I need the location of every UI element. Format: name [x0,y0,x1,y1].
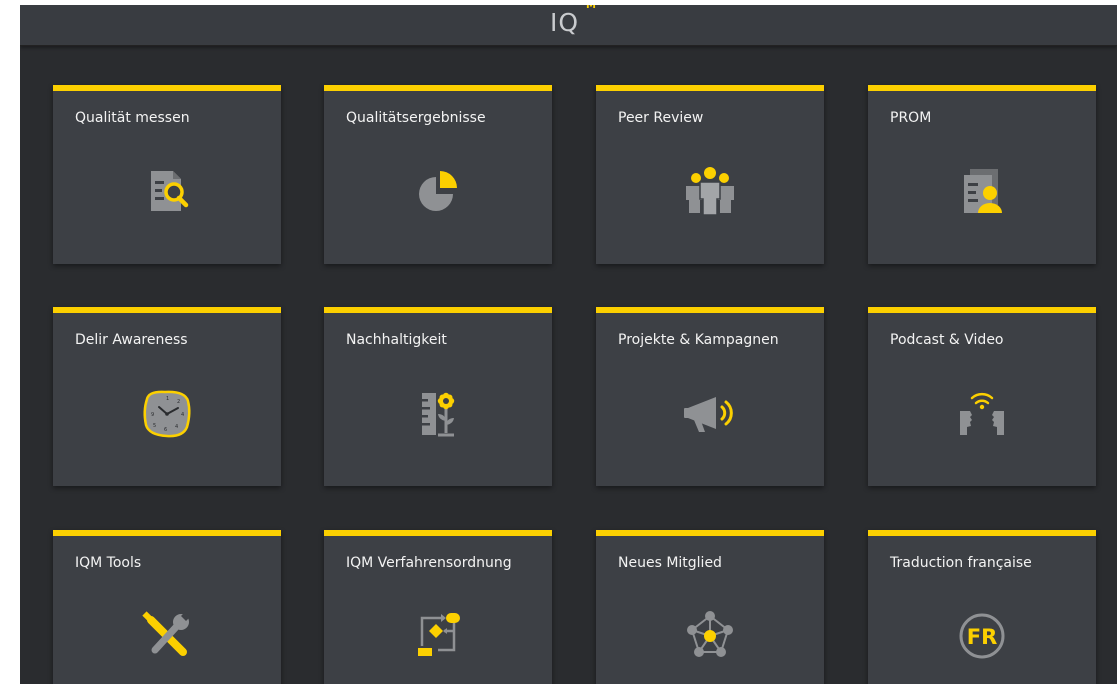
tile-traduction-francaise[interactable]: Traduction française FR [868,530,1096,684]
tile-label: Nachhaltigkeit [346,332,447,348]
tile-delir-awareness[interactable]: Delir Awareness 1 2 4 9 5 6 4 [53,307,281,486]
svg-text:1: 1 [166,396,169,402]
tile-iqm-verfahrensordnung[interactable]: IQM Verfahrensordnung [324,530,552,684]
speaking-faces-icon [952,383,1012,443]
logo-superscript: M [586,5,597,11]
iqm-logo[interactable]: IQ M [550,5,596,41]
tile-label: Qualität messen [75,110,190,126]
fr-badge-text: FR [967,625,998,649]
svg-text:4: 4 [181,412,184,418]
network-hub-icon [680,606,740,666]
document-person-icon [952,161,1012,221]
svg-text:5: 5 [153,423,156,429]
svg-text:9: 9 [151,412,154,418]
ruler-flower-icon [408,383,468,443]
svg-text:6: 6 [164,427,167,433]
tile-qualitaetsergebnisse[interactable]: Qualitätsergebnisse [324,85,552,264]
tile-nachhaltigkeit[interactable]: Nachhaltigkeit [324,307,552,486]
tile-neues-mitglied[interactable]: Neues Mitglied [596,530,824,684]
process-flow-icon [408,606,468,666]
app-window: IQ M Qualität messen Qualitätsergebnisse [20,5,1117,684]
logo-text: IQ [550,8,580,37]
melting-clock-icon: 1 2 4 9 5 6 4 [137,383,197,443]
tile-label: IQM Tools [75,555,142,571]
tile-projekte-kampagnen[interactable]: Projekte & Kampagnen [596,307,824,486]
tile-iqm-tools[interactable]: IQM Tools [53,530,281,684]
fr-badge-icon: FR [952,606,1012,666]
tile-prom[interactable]: PROM [868,85,1096,264]
svg-text:2: 2 [177,399,180,405]
tile-peer-review[interactable]: Peer Review [596,85,824,264]
tile-label: Qualitätsergebnisse [346,110,486,126]
top-bar: IQ M [20,5,1117,46]
tile-label: IQM Verfahrensordnung [346,555,512,571]
wrench-tools-icon [137,606,197,666]
pie-chart-icon [408,161,468,221]
tile-label: Neues Mitglied [618,555,722,571]
tile-label: PROM [890,110,932,126]
tile-label: Peer Review [618,110,704,126]
tile-qualitaet-messen[interactable]: Qualität messen [53,85,281,264]
people-group-icon [680,161,740,221]
tile-label: Delir Awareness [75,332,188,348]
tile-label: Podcast & Video [890,332,1004,348]
svg-text:4: 4 [175,424,178,430]
tile-podcast-video[interactable]: Podcast & Video [868,307,1096,486]
document-search-icon [137,161,197,221]
tile-label: Traduction française [890,555,1032,571]
tile-label: Projekte & Kampagnen [618,332,779,348]
megaphone-icon [680,383,740,443]
